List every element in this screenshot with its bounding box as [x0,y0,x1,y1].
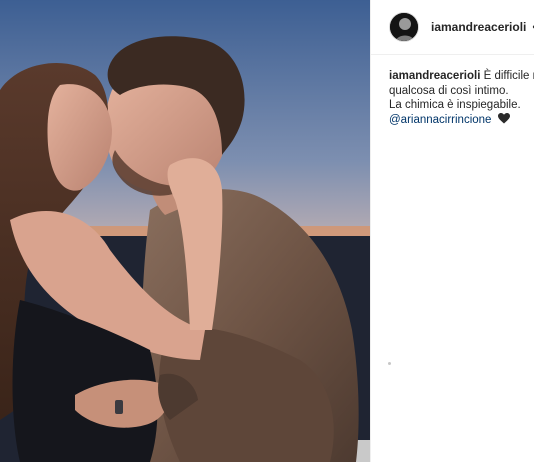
caption-line-1: È difficile rac [483,70,534,82]
avatar-image [390,13,418,41]
post-photo[interactable] [0,0,370,462]
post-caption: iamandreacerioli È difficile rac qualcos… [371,55,534,127]
caption-line-2: qualcosa di così intimo. [389,84,509,97]
caption-mention-link[interactable]: @ariannacirrincione [389,114,491,126]
caption-line-3: La chimica è inspiegabile. [389,99,521,111]
post-side-panel: iamandreacerioli • iamandreacerioli È di… [370,0,534,462]
avatar[interactable] [389,12,419,42]
post-username[interactable]: iamandreacerioli [431,20,526,34]
scroll-indicator [388,362,391,365]
caption-username[interactable]: iamandreacerioli [389,70,480,82]
post-header: iamandreacerioli • [371,0,534,55]
instagram-post: iamandreacerioli • iamandreacerioli È di… [0,0,534,462]
black-heart-icon [497,112,510,123]
photo-illustration [0,0,370,462]
